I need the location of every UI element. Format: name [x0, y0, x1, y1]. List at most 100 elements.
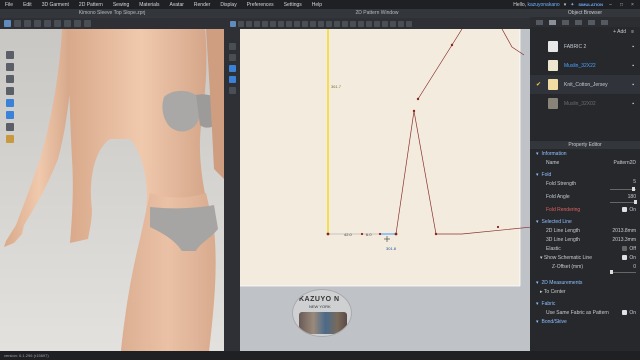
delete-icon[interactable]: ▪ — [632, 63, 634, 69]
menu-preferences[interactable]: Preferences — [242, 2, 279, 8]
pattern-display-icon[interactable] — [228, 76, 236, 83]
menu-file[interactable]: File — [0, 2, 18, 8]
section-selected-line[interactable]: ▾ Selected Line — [530, 217, 640, 226]
mesh-view-icon[interactable] — [6, 123, 14, 131]
texture-tool-icon[interactable] — [84, 20, 91, 27]
menu-materials[interactable]: Materials — [134, 2, 164, 8]
fabric-item[interactable]: Muslin_32X02 ▪ — [530, 94, 640, 113]
dropdown-arrow-icon[interactable]: ▾ — [564, 2, 567, 8]
avatar-view-icon[interactable] — [6, 87, 14, 95]
fabric-view-icon[interactable] — [6, 99, 14, 107]
zoom-icon[interactable] — [228, 43, 236, 50]
view-back-icon[interactable] — [6, 63, 14, 71]
transform-pattern-icon[interactable] — [230, 20, 236, 27]
piping-icon[interactable] — [390, 20, 396, 27]
pattern-point[interactable] — [496, 225, 500, 229]
section-information[interactable]: ▾ Information — [530, 149, 640, 158]
zipper-icon[interactable] — [374, 20, 380, 27]
name-field[interactable]: Pattern2D — [613, 160, 636, 166]
maximize-icon[interactable]: □ — [618, 2, 625, 8]
section-2d-measurements[interactable]: ▾ 2D Measurements — [530, 278, 640, 287]
3d-garment-window[interactable]: Kimono Sleeve Top Slope.zprj — [0, 9, 224, 351]
texture-edit-icon[interactable] — [342, 20, 348, 27]
pattern-point[interactable] — [378, 232, 382, 236]
simulate-icon[interactable] — [74, 20, 81, 27]
delete-icon[interactable]: ▪ — [632, 101, 634, 107]
same-fabric-toggle[interactable]: On — [622, 310, 636, 316]
pattern-point[interactable] — [360, 232, 364, 236]
pin-icon[interactable] — [334, 20, 340, 27]
avatar-tool-icon[interactable] — [64, 20, 71, 27]
tab-trim-icon[interactable] — [588, 19, 595, 25]
pattern-point[interactable] — [416, 97, 420, 101]
2d-pattern-window[interactable]: 2D Pattern Window 361.7 42.0 6.0 301.8 K… — [224, 9, 530, 351]
menu-render[interactable]: Render — [189, 2, 215, 8]
fabric-check-icon[interactable]: ✔ — [536, 81, 542, 88]
texture-view-icon[interactable] — [6, 111, 14, 119]
section-bond-skive[interactable]: ▾ Bond/Skive — [530, 317, 640, 326]
avatar-viewport[interactable] — [0, 29, 224, 351]
buttonhole-icon[interactable] — [366, 20, 372, 27]
circle-icon[interactable] — [270, 20, 276, 27]
fold-tool-icon[interactable] — [34, 20, 41, 27]
measurement-display-icon[interactable] — [228, 87, 236, 94]
fabric-item[interactable]: ✔ Knit_Cotton_Jersey ▪ — [530, 75, 640, 94]
delete-icon[interactable]: ▪ — [632, 82, 634, 88]
menu-sewing[interactable]: Sewing — [108, 2, 134, 8]
fold-angle-slider[interactable] — [610, 200, 637, 204]
menu-settings[interactable]: Settings — [279, 2, 307, 8]
tack-icon[interactable] — [326, 20, 332, 27]
minimize-icon[interactable]: – — [607, 2, 614, 8]
polygon-icon[interactable] — [254, 20, 260, 27]
tack-tool-icon[interactable] — [24, 20, 31, 27]
pattern-point[interactable] — [412, 109, 416, 113]
prop-to-center-row[interactable]: ▸ To Center — [530, 287, 640, 296]
menu-avatar[interactable]: Avatar — [165, 2, 189, 8]
fold-rendering-toggle[interactable]: On — [622, 207, 636, 213]
zoffset-slider[interactable] — [610, 270, 636, 274]
simulation-mode-icon[interactable]: ✦ — [570, 2, 574, 8]
segment-sewing-icon[interactable] — [302, 20, 308, 27]
graphic-icon[interactable] — [350, 20, 356, 27]
fold-arrangement-icon[interactable] — [398, 20, 404, 27]
pattern-point[interactable] — [394, 232, 398, 236]
internal-polygon-icon[interactable] — [278, 20, 284, 27]
free-sewing-icon[interactable] — [310, 20, 316, 27]
button-icon[interactable] — [358, 20, 364, 27]
pin-tool-icon[interactable] — [44, 20, 51, 27]
fold-angle-value[interactable]: 180 — [628, 194, 636, 200]
user-greeting[interactable]: Hello, kazuyonakano — [513, 2, 559, 8]
mode-label[interactable]: SIMULATION — [578, 2, 603, 7]
rectangle-icon[interactable] — [262, 20, 268, 27]
menu-help[interactable]: Help — [307, 2, 327, 8]
elastic-toggle[interactable]: Off — [622, 246, 636, 252]
section-fabric[interactable]: ▾ Fabric — [530, 299, 640, 308]
check-sewing-icon[interactable] — [318, 20, 324, 27]
view-front-icon[interactable] — [6, 51, 14, 59]
fabric-item[interactable]: FABRIC 2 ▪ — [530, 37, 640, 56]
edit-pattern-icon[interactable] — [238, 20, 244, 27]
menu-2d-pattern[interactable]: 2D Pattern — [74, 2, 108, 8]
move-tool-icon[interactable] — [14, 20, 21, 27]
garment-view-icon[interactable] — [6, 75, 14, 83]
pattern-point[interactable] — [326, 232, 330, 236]
menu-edit[interactable]: Edit — [18, 2, 37, 8]
dart-icon[interactable] — [286, 20, 292, 27]
list-view-icon[interactable]: ≡ — [631, 29, 634, 35]
select-tool-icon[interactable] — [4, 20, 11, 27]
menu-display[interactable]: Display — [215, 2, 241, 8]
fabric-item[interactable]: Muslin_32X22 ▪ — [530, 56, 640, 75]
pan-icon[interactable] — [228, 54, 236, 61]
menu-3d-garment[interactable]: 3D Garment — [37, 2, 74, 8]
pattern-canvas[interactable]: 361.7 42.0 6.0 301.8 — [240, 29, 530, 351]
topstitch-icon[interactable] — [382, 20, 388, 27]
add-fabric-button[interactable]: + Add — [613, 29, 626, 35]
pattern-point[interactable] — [434, 232, 438, 236]
annotation-icon[interactable] — [406, 20, 412, 27]
line-length-2d-value[interactable]: 2013.8mm — [612, 228, 636, 234]
section-fold[interactable]: ▾ Fold — [530, 170, 640, 179]
trace-icon[interactable] — [294, 20, 300, 27]
grid-toggle-icon[interactable] — [228, 65, 236, 72]
close-icon[interactable]: × — [629, 2, 636, 8]
fold-strength-slider[interactable] — [610, 187, 636, 191]
